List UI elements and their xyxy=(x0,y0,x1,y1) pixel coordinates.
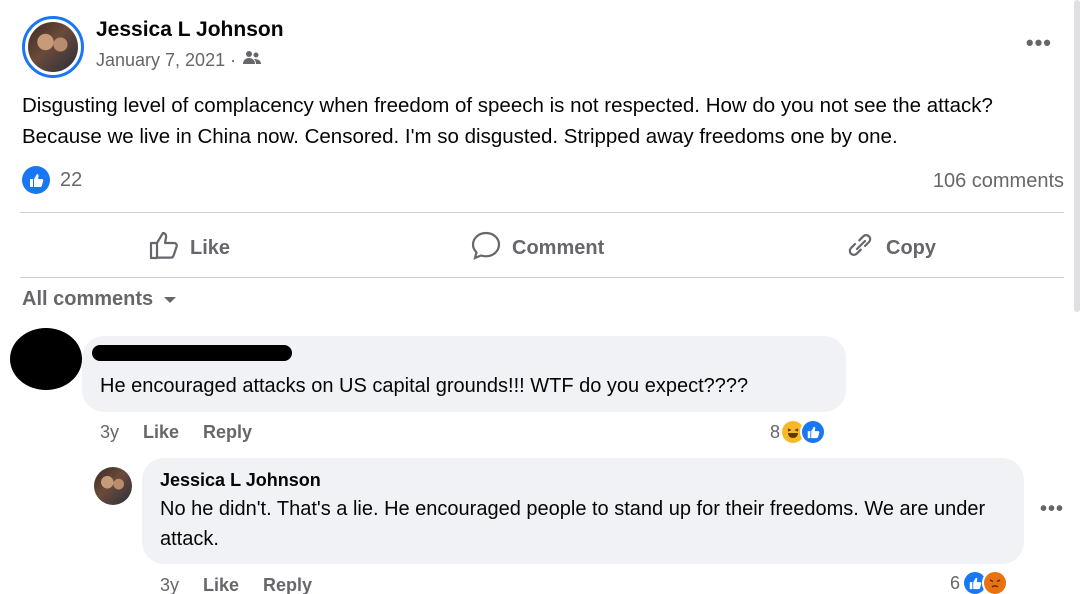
post-author-name[interactable]: Jessica L Johnson xyxy=(96,18,284,42)
like-reaction-icon xyxy=(22,166,50,194)
reply-actions: 3y Like Reply xyxy=(160,575,312,594)
divider xyxy=(20,277,1064,278)
like-button[interactable]: Like xyxy=(148,228,230,268)
comments-count[interactable]: 106 comments xyxy=(933,170,1064,193)
reply-text: No he didn't. That's a lie. He encourage… xyxy=(160,498,986,550)
reply-time[interactable]: 3y xyxy=(160,575,179,594)
link-icon xyxy=(844,230,876,266)
thumbs-up-icon xyxy=(148,230,180,266)
like-count: 22 xyxy=(60,168,83,191)
copy-button[interactable]: Copy xyxy=(844,228,936,268)
post-text: Disgusting level of complacency when fre… xyxy=(22,94,993,148)
redacted-commenter-name xyxy=(92,345,292,361)
angry-reaction-icon xyxy=(982,570,1009,594)
comment-like-button[interactable]: Like xyxy=(143,422,179,443)
redacted-avatar xyxy=(10,328,82,390)
reaction-count: 8 xyxy=(770,421,781,442)
reply-author-avatar[interactable] xyxy=(94,467,132,505)
reply-author-name[interactable]: Jessica L Johnson xyxy=(160,470,321,491)
reply-more-options-icon[interactable]: ••• xyxy=(1040,498,1064,521)
scrollbar[interactable] xyxy=(1074,0,1080,312)
post-reactions[interactable]: 22 xyxy=(22,166,82,194)
like-reaction-icon xyxy=(800,419,827,445)
copy-label: Copy xyxy=(886,236,936,259)
reply-reactions[interactable]: 6 xyxy=(950,570,1009,594)
author-avatar[interactable] xyxy=(22,16,84,78)
post-more-options-icon[interactable]: ••• xyxy=(1026,30,1052,56)
divider xyxy=(20,212,1064,213)
comment-actions: 3y Like Reply xyxy=(100,422,252,443)
comment-time[interactable]: 3y xyxy=(100,422,119,443)
comment-reply-button[interactable]: Reply xyxy=(203,422,252,443)
comments-filter-dropdown[interactable]: All comments xyxy=(22,288,177,311)
comment-button[interactable]: Comment xyxy=(470,228,604,268)
friends-icon xyxy=(242,50,262,71)
caret-down-icon xyxy=(163,288,177,311)
comment-reactions[interactable]: 8 xyxy=(770,419,827,445)
reply-reply-button[interactable]: Reply xyxy=(263,575,312,594)
comment-text: He encouraged attacks on US capital grou… xyxy=(100,375,749,397)
post-date[interactable]: January 7, 2021 · xyxy=(96,50,236,71)
like-label: Like xyxy=(190,236,231,259)
comment-icon xyxy=(470,230,502,266)
comment-label: Comment xyxy=(512,236,605,259)
reaction-count: 6 xyxy=(950,572,961,593)
comments-filter-label: All comments xyxy=(22,288,154,310)
reply-like-button[interactable]: Like xyxy=(203,575,239,594)
post-meta: January 7, 2021 · xyxy=(96,50,262,71)
